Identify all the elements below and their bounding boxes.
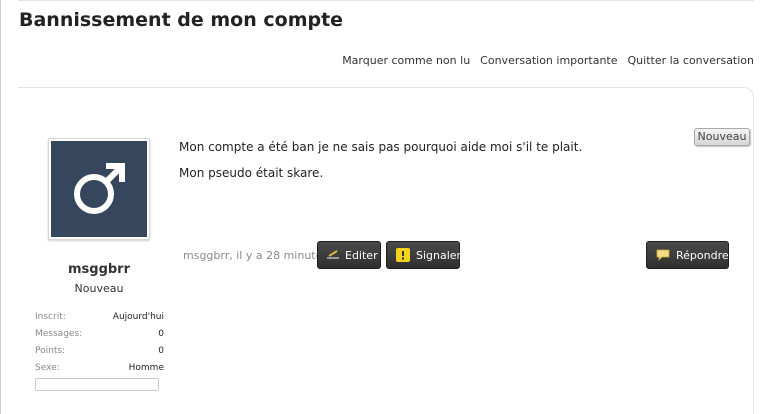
- left-border: [0, 0, 1, 414]
- stat-row-gender: Sexe: Homme: [35, 362, 164, 379]
- edit-button-label: Editer: [345, 248, 378, 262]
- author-status-bar: [35, 378, 159, 391]
- male-symbol-icon: [51, 141, 147, 237]
- stat-label: Messages:: [35, 329, 83, 339]
- reply-button-label: Répondre: [676, 248, 729, 262]
- author-title: Nouveau: [74, 282, 124, 295]
- page-title: Bannissement de mon compte: [19, 9, 344, 31]
- stat-value: 0: [158, 329, 164, 339]
- speech-bubble-icon: [656, 249, 670, 261]
- reply-button[interactable]: Répondre: [646, 241, 729, 269]
- stat-label: Sexe:: [35, 363, 60, 373]
- message-line: Mon pseudo était skare.: [179, 166, 324, 180]
- stat-row-points: Points: 0: [35, 345, 164, 362]
- pencil-icon: [327, 250, 339, 260]
- stat-value: 0: [158, 346, 164, 356]
- stat-label: Inscrit:: [35, 312, 66, 322]
- author-stats: Inscrit: Aujourd'hui Messages: 0 Points:…: [35, 311, 164, 379]
- new-post-badge: Nouveau: [694, 128, 750, 146]
- edit-button[interactable]: Editer: [317, 241, 381, 269]
- top-divider: [18, 0, 754, 1]
- mark-unread-link[interactable]: Marquer comme non lu: [342, 54, 470, 67]
- stat-row-joined: Inscrit: Aujourd'hui: [35, 311, 164, 328]
- leave-conversation-link[interactable]: Quitter la conversation: [628, 54, 754, 67]
- warning-icon: [396, 248, 410, 262]
- report-button-label: Signaler: [416, 248, 462, 262]
- thread-actions: Marquer comme non lu Conversation import…: [342, 54, 754, 67]
- author-username[interactable]: msggbrr: [48, 262, 150, 277]
- stat-label: Points:: [35, 346, 66, 356]
- message-line: Mon compte a été ban je ne sais pas pour…: [179, 140, 583, 154]
- report-button[interactable]: Signaler: [386, 241, 462, 269]
- stat-value: Homme: [128, 363, 164, 373]
- post-meta[interactable]: msggbrr, il y a 28 minutes: [183, 249, 328, 262]
- stat-value: Aujourd'hui: [112, 312, 164, 322]
- stat-row-messages: Messages: 0: [35, 328, 164, 345]
- avatar[interactable]: [48, 138, 150, 240]
- star-conversation-link[interactable]: Conversation importante: [480, 54, 617, 67]
- post-message: Mon compte a été ban je ne sais pas pour…: [179, 134, 582, 186]
